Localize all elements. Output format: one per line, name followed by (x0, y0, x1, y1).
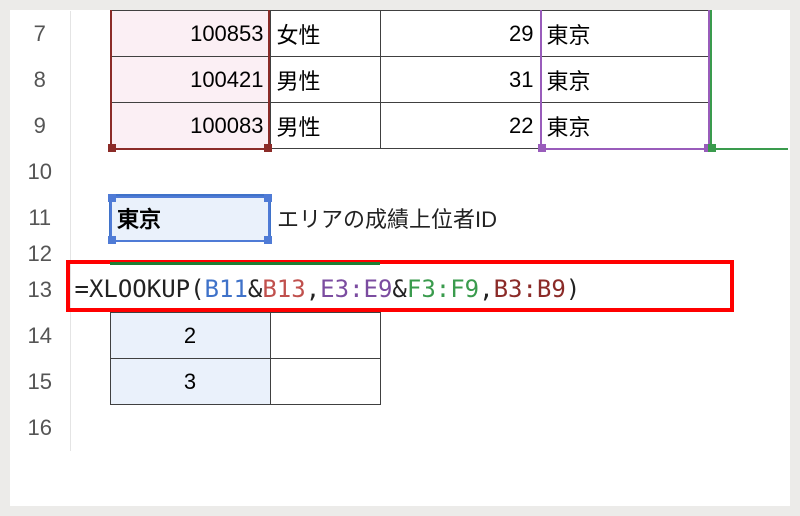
cell-C10[interactable] (270, 149, 380, 195)
cell-B14[interactable]: 2 (110, 313, 270, 359)
formula-amp2: & (392, 275, 406, 303)
cell-A10[interactable] (70, 149, 110, 195)
row-8[interactable]: 8 100421 男性 31 東京 (10, 57, 790, 103)
cell-A9[interactable] (70, 103, 110, 149)
cell-F9[interactable] (710, 103, 790, 149)
formula-ref-B3B9: B3:B9 (494, 275, 566, 303)
row-header-8[interactable]: 8 (10, 57, 70, 103)
row-header-12[interactable]: 12 (10, 241, 70, 267)
cell-E16[interactable] (540, 405, 710, 451)
formula-ref-B13: B13 (262, 275, 305, 303)
cell-F7[interactable] (710, 11, 790, 57)
cell-A8[interactable] (70, 57, 110, 103)
cell-C15[interactable] (270, 359, 380, 405)
cell-D8[interactable]: 31 (380, 57, 540, 103)
cell-B15[interactable]: 3 (110, 359, 270, 405)
row-11[interactable]: 11 東京 エリアの成績上位者ID (10, 195, 790, 241)
cell-A16[interactable] (70, 405, 110, 451)
row-14[interactable]: 14 2 (10, 313, 790, 359)
row-header-11[interactable]: 11 (10, 195, 70, 241)
row-header-14[interactable]: 14 (10, 313, 70, 359)
cell-F10[interactable] (710, 149, 790, 195)
formula-comma1: , (306, 275, 320, 303)
formula-prefix: =XLOOKUP( (75, 275, 205, 303)
cell-D12[interactable] (380, 241, 540, 267)
cell-A11[interactable] (70, 195, 110, 241)
formula-ref-E3E9: E3:E9 (320, 275, 392, 303)
row-header-10[interactable]: 10 (10, 149, 70, 195)
cell-F11[interactable] (710, 195, 790, 241)
cell-C7[interactable]: 女性 (270, 11, 380, 57)
row-15[interactable]: 15 3 (10, 359, 790, 405)
cell-C16[interactable] (270, 405, 380, 451)
formula-amp1: & (248, 275, 262, 303)
cell-E10[interactable] (540, 149, 710, 195)
edit-top-border (110, 262, 380, 265)
cell-C14[interactable] (270, 313, 380, 359)
cell-B16[interactable] (110, 405, 270, 451)
formula-ref-B11: B11 (205, 275, 248, 303)
cell-E8[interactable]: 東京 (540, 57, 710, 103)
spreadsheet-grid[interactable]: 7 100853 女性 29 東京 8 100421 男性 31 東京 9 (10, 10, 790, 506)
row-header-13[interactable]: 13 (10, 267, 70, 313)
row-header-9[interactable]: 9 (10, 103, 70, 149)
grid-table[interactable]: 7 100853 女性 29 東京 8 100421 男性 31 東京 9 (10, 10, 790, 451)
cell-B7[interactable]: 100853 (110, 11, 270, 57)
row-7[interactable]: 7 100853 女性 29 東京 (10, 11, 790, 57)
cell-E12[interactable] (540, 241, 710, 267)
cell-A12[interactable] (70, 241, 110, 267)
row-9[interactable]: 9 100083 男性 22 東京 (10, 103, 790, 149)
row-10[interactable]: 10 (10, 149, 790, 195)
cell-E9[interactable]: 東京 (540, 103, 710, 149)
cell-C8[interactable]: 男性 (270, 57, 380, 103)
cell-C11-label[interactable]: エリアの成績上位者ID (270, 195, 710, 241)
cell-D15[interactable] (380, 359, 540, 405)
cell-F15[interactable] (710, 359, 790, 405)
cell-D16[interactable] (380, 405, 540, 451)
cell-B8[interactable]: 100421 (110, 57, 270, 103)
formula-comma2: , (479, 275, 493, 303)
formula-ref-F3F9: F3:F9 (407, 275, 479, 303)
spreadsheet-viewport: 7 100853 女性 29 東京 8 100421 男性 31 東京 9 (0, 0, 800, 516)
row-16[interactable]: 16 (10, 405, 790, 451)
cell-E15[interactable] (540, 359, 710, 405)
cell-D10[interactable] (380, 149, 540, 195)
row-header-16[interactable]: 16 (10, 405, 70, 451)
cell-F8[interactable] (710, 57, 790, 103)
cell-formula[interactable]: =XLOOKUP(B11&B13,E3:E9&F3:F9,B3:B9) (70, 267, 790, 313)
formula-suffix: ) (566, 275, 580, 303)
cell-C9[interactable]: 男性 (270, 103, 380, 149)
cell-F16[interactable] (710, 405, 790, 451)
cell-E14[interactable] (540, 313, 710, 359)
row-header-15[interactable]: 15 (10, 359, 70, 405)
cell-B11[interactable]: 東京 (110, 195, 270, 241)
cell-D14[interactable] (380, 313, 540, 359)
cell-A14[interactable] (70, 313, 110, 359)
cell-D7[interactable]: 29 (380, 11, 540, 57)
row-header-7[interactable]: 7 (10, 11, 70, 57)
cell-E7[interactable]: 東京 (540, 11, 710, 57)
cell-A15[interactable] (70, 359, 110, 405)
cell-F12[interactable] (710, 241, 790, 267)
cell-D9[interactable]: 22 (380, 103, 540, 149)
cell-B10[interactable] (110, 149, 270, 195)
cell-F14[interactable] (710, 313, 790, 359)
cell-B9[interactable]: 100083 (110, 103, 270, 149)
row-13[interactable]: 13 =XLOOKUP(B11&B13,E3:E9&F3:F9,B3:B9) (10, 267, 790, 313)
cell-A7[interactable] (70, 11, 110, 57)
